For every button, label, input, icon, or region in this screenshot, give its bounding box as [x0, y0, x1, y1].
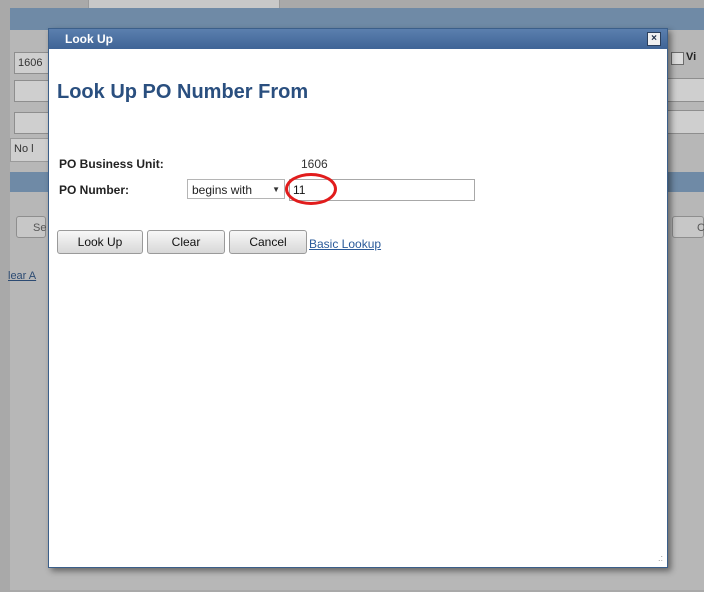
background-checkbox-label: Vi: [686, 51, 697, 63]
background-field: [666, 110, 704, 134]
lookup-dialog: Look Up × Look Up PO Number From PO Busi…: [48, 28, 668, 568]
chevron-down-icon: ▼: [272, 185, 280, 194]
close-icon[interactable]: ×: [647, 32, 661, 46]
cancel-button[interactable]: Cancel: [229, 230, 307, 254]
page-title: Look Up PO Number From: [57, 81, 309, 103]
po-number-input[interactable]: [289, 179, 475, 201]
basic-lookup-link[interactable]: Basic Lookup: [309, 237, 381, 251]
background-header-bar: [10, 8, 704, 30]
background-checkbox: [671, 52, 684, 65]
business-unit-value: 1606: [301, 157, 328, 171]
operator-select-value: begins with: [192, 183, 253, 197]
clear-button[interactable]: Clear: [147, 230, 225, 254]
po-number-label: PO Number:: [59, 183, 130, 197]
resize-grip-icon[interactable]: .:: [653, 553, 663, 563]
background-field: [666, 78, 704, 102]
dialog-title-bar[interactable]: Look Up ×: [49, 29, 667, 49]
lookup-button[interactable]: Look Up: [57, 230, 143, 254]
background-button: C: [672, 216, 704, 238]
background-clear-link: lear A: [8, 270, 37, 282]
background-search-button: Se: [16, 216, 46, 238]
dialog-title: Look Up: [65, 32, 113, 46]
operator-select[interactable]: begins with ▼: [187, 179, 285, 199]
business-unit-label: PO Business Unit:: [59, 157, 164, 171]
